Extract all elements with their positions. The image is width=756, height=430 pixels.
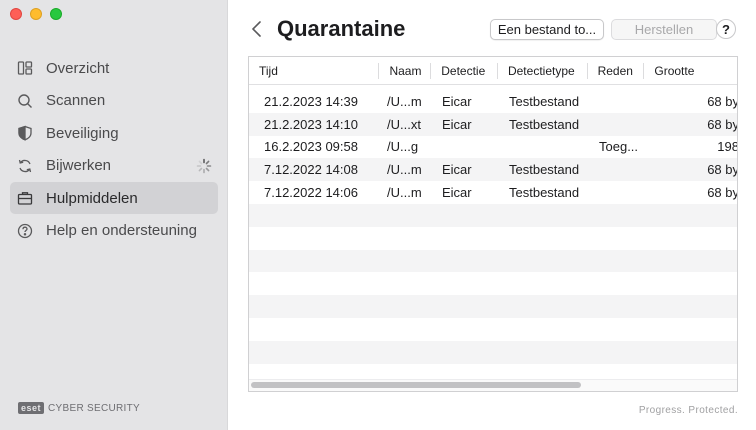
table-row[interactable]: 21.2.2023 14:39 /U...m Eicar Testbestand… (249, 90, 738, 113)
search-icon (16, 92, 34, 110)
horizontal-scrollbar[interactable] (251, 382, 581, 388)
cell-detectietype: Testbestand (509, 116, 580, 132)
refresh-icon (16, 157, 34, 175)
cell-detectietype: Testbestand (509, 185, 580, 201)
sidebar-item-help[interactable]: Help en ondersteuning (10, 215, 218, 247)
sidebar-nav: Overzicht Scannen Beveiliging Bijwerken (10, 52, 218, 247)
cell-detectie: Eicar (442, 162, 472, 178)
tagline: Progress. Protected. (638, 405, 738, 416)
page-title: Quarantaine (277, 16, 406, 41)
table-row[interactable]: 7.12.2022 14:08 /U...m Eicar Testbestand… (249, 158, 738, 182)
cell-tijd: 16.2.2023 09:58 (264, 139, 358, 155)
table-row[interactable]: 16.2.2023 09:58 /U...g Toeg... 198 (249, 135, 738, 159)
sidebar: Overzicht Scannen Beveiliging Bijwerken (0, 0, 228, 430)
sidebar-item-overzicht[interactable]: Overzicht (10, 52, 218, 84)
empty-row (249, 226, 737, 250)
table-header: Tijd Naam Detectie Detectietype Reden Gr… (249, 57, 737, 85)
minimize-window-button[interactable] (30, 8, 42, 20)
cell-tijd: 7.12.2022 14:08 (264, 162, 358, 178)
dashboard-icon (16, 59, 34, 77)
column-header-reden[interactable]: Reden (588, 57, 645, 84)
shield-icon (16, 124, 34, 142)
sidebar-item-scannen[interactable]: Scannen (10, 85, 218, 117)
empty-row (249, 295, 737, 318)
cell-naam: /U...xt (387, 116, 421, 132)
app-window: Overzicht Scannen Beveiliging Bijwerken (0, 0, 756, 430)
column-header-detectie[interactable]: Detectie (431, 57, 498, 84)
empty-row (249, 317, 737, 341)
cell-grootte: 198 (717, 139, 738, 155)
sidebar-item-label: Bijwerken (46, 157, 112, 174)
eset-logo: eset (18, 402, 45, 414)
column-header-grootte[interactable]: Grootte (644, 57, 737, 84)
column-header-tijd[interactable]: Tijd (249, 57, 380, 84)
loading-spinner-icon (196, 158, 212, 174)
cell-naam: /U...g (387, 139, 419, 155)
table-body: 21.2.2023 14:39 /U...m Eicar Testbestand… (249, 85, 738, 391)
cell-grootte: 68 by (707, 185, 738, 201)
brand: eset CYBER SECURITY (18, 402, 140, 414)
sidebar-item-label: Help en ondersteuning (46, 222, 197, 239)
quarantine-file-button[interactable]: Een bestand to... (490, 19, 604, 40)
cell-grootte: 68 by (707, 162, 738, 178)
cell-detectie: Eicar (442, 185, 472, 201)
horizontal-scroll-track[interactable] (249, 379, 737, 391)
zoom-window-button[interactable] (50, 8, 62, 20)
cell-detectie: Eicar (442, 116, 472, 132)
main-content: Quarantaine Een bestand to... Herstellen… (229, 0, 756, 430)
help-button[interactable]: ? (716, 19, 736, 39)
cell-tijd: 7.12.2022 14:06 (264, 185, 358, 201)
sidebar-item-label: Beveiliging (46, 124, 119, 142)
sidebar-item-label: Hulpmiddelen (46, 189, 138, 207)
sidebar-item-label: Overzicht (46, 59, 110, 77)
window-controls (10, 8, 62, 20)
cell-detectie: Eicar (442, 93, 472, 109)
sidebar-item-beveiliging[interactable]: Beveiliging (10, 117, 218, 149)
table-row[interactable]: 21.2.2023 14:10 /U...xt Eicar Testbestan… (249, 112, 738, 136)
help-circle-icon (16, 222, 34, 240)
empty-row (249, 272, 737, 296)
close-window-button[interactable] (10, 8, 22, 20)
cell-naam: /U...m (387, 93, 422, 109)
sidebar-item-label: Scannen (46, 92, 106, 109)
cell-detectietype: Testbestand (509, 93, 580, 109)
empty-row (249, 340, 737, 364)
cell-reden: Toeg... (599, 139, 639, 155)
cell-detectietype: Testbestand (509, 162, 580, 178)
brand-text: CYBER SECURITY (48, 402, 141, 414)
cell-tijd: 21.2.2023 14:39 (264, 93, 358, 109)
cell-tijd: 21.2.2023 14:10 (264, 116, 358, 132)
empty-row (249, 249, 737, 273)
restore-button[interactable]: Herstellen (611, 19, 717, 40)
back-chevron-icon[interactable] (249, 19, 265, 39)
empty-row (249, 203, 737, 227)
table-row[interactable]: 7.12.2022 14:06 /U...m Eicar Testbestand… (249, 181, 738, 204)
column-header-detectietype[interactable]: Detectietype (498, 57, 588, 84)
quarantine-table: Tijd Naam Detectie Detectietype Reden Gr… (248, 56, 738, 392)
column-header-naam[interactable]: Naam (379, 57, 432, 84)
sidebar-item-bijwerken[interactable]: Bijwerken (10, 150, 218, 182)
sidebar-item-hulpmiddelen[interactable]: Hulpmiddelen (10, 182, 218, 214)
briefcase-icon (16, 189, 34, 207)
cell-grootte: 68 by (707, 93, 738, 109)
cell-grootte: 68 by (707, 116, 738, 132)
cell-naam: /U...m (387, 162, 422, 178)
cell-naam: /U...m (387, 185, 422, 201)
